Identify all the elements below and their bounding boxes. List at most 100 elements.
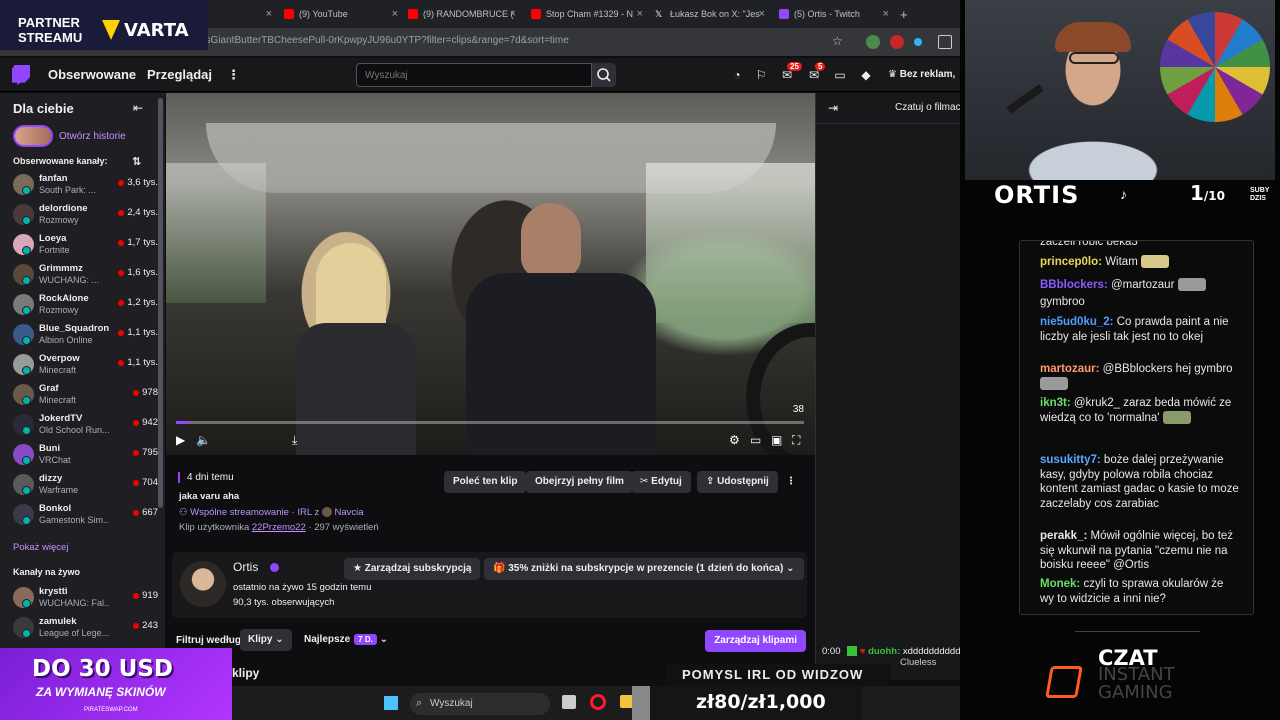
sidebar-channel-item[interactable]: zamulek League of Lege... 243: [13, 614, 158, 642]
tab-label: (5) Ortis - Twitch: [794, 9, 860, 19]
drops-icon[interactable]: ⚐: [754, 68, 768, 82]
sort-select[interactable]: Najlepsze 7 D. ⌄: [296, 629, 396, 651]
tab-close-icon[interactable]: ×: [262, 4, 272, 24]
live-dot-icon: [133, 449, 140, 456]
sidebar-scrollbar[interactable]: [158, 98, 163, 508]
clip-type-select[interactable]: Klipy ⌄: [240, 629, 292, 651]
sidebar-channel-item[interactable]: delordione Rozmowy 2,4 tys.: [13, 201, 158, 229]
extension-icon[interactable]: [914, 38, 922, 46]
video-progress-bar[interactable]: [176, 421, 804, 424]
live-dot-icon: [133, 509, 140, 516]
share-button[interactable]: ⇪ Udostępnij: [697, 471, 778, 493]
partner-link[interactable]: Navcia: [334, 507, 363, 518]
sidebar-channel-item[interactable]: JokerdTV Old School Run... 942: [13, 411, 158, 439]
bookmark-star-icon[interactable]: ☆: [832, 34, 846, 48]
ad-free-button[interactable]: ♛ Bez reklam,: [888, 69, 955, 80]
viewer-count-value: 1,2 tys.: [127, 297, 158, 308]
browser-tab-youtube-2[interactable]: (9) RANDOMBRUCE ( ×: [408, 4, 516, 24]
extensions-puzzle-icon[interactable]: [938, 35, 952, 49]
bits-icon[interactable]: ◆: [859, 68, 873, 82]
viewer-count-value: 942: [142, 417, 158, 428]
recommend-clip-button[interactable]: Poleć ten klip: [444, 471, 527, 493]
sidebar-channel-item[interactable]: Grimmmz WUCHANG: ... 1,6 tys.: [13, 261, 158, 289]
sidebar-channel-item[interactable]: krystti WUCHANG: Fal... 919: [13, 584, 158, 612]
theatre-mode-icon[interactable]: ▭: [750, 433, 761, 447]
opera-browser-icon[interactable]: [590, 694, 606, 710]
watch-full-button[interactable]: Obejrzyj pełny film: [526, 471, 633, 493]
viewer-count: 919: [133, 590, 158, 601]
close-icon[interactable]: ×: [759, 8, 765, 20]
collapse-sidebar-icon[interactable]: ⇤: [133, 101, 143, 115]
sidebar-channel-item[interactable]: Loeya Fortnite 1,7 tys.: [13, 231, 158, 259]
sidebar-channel-item[interactable]: Blue_Squadron Albion Online 1,1 tys.: [13, 321, 158, 349]
search-input[interactable]: [356, 63, 592, 87]
task-view-icon[interactable]: [562, 695, 576, 709]
channel-game: League of Lege...: [39, 628, 109, 638]
search-button[interactable]: [592, 63, 616, 87]
sidebar-channel-item[interactable]: Bonkol Gamestonk Sim... 667: [13, 501, 158, 529]
car-window-left: [166, 163, 266, 303]
manage-clips-button[interactable]: Zarządzaj klipami: [705, 630, 806, 652]
browser-tab-youtube-1[interactable]: (9) YouTube ×: [284, 4, 398, 24]
new-tab-plus-icon[interactable]: +: [900, 4, 908, 24]
volume-icon[interactable]: 🔈: [196, 433, 211, 447]
fullscreen-icon[interactable]: ⛶: [792, 433, 800, 448]
clipper-link[interactable]: 22Przemo22: [252, 522, 306, 533]
sidebar-channel-item[interactable]: Overpow Minecraft 1,1 tys.: [13, 351, 158, 379]
channel-name[interactable]: Ortis: [233, 560, 258, 574]
chat-username[interactable]: duohh:: [868, 646, 900, 657]
live-indicator-icon: [22, 599, 31, 608]
close-icon[interactable]: ×: [637, 8, 643, 20]
edit-button[interactable]: ✂ Edytuj: [631, 471, 691, 493]
sub-label-line-2: DZIS: [1250, 195, 1266, 202]
browser-tab-twitch[interactable]: (5) Ortis - Twitch ×: [779, 4, 889, 24]
live-dot-icon: [118, 359, 125, 366]
channel-name: Graf: [39, 383, 59, 394]
sidebar-channel-item[interactable]: Graf Minecraft 978: [13, 381, 158, 409]
activity-icon[interactable]: ◔: [730, 68, 744, 82]
browser-tab-youtube-3[interactable]: Stop Cham #1329 - N ×: [531, 4, 643, 24]
sidebar-channel-item[interactable]: RockAlone Rozmowy 1,2 tys.: [13, 291, 158, 319]
browser-tab-x[interactable]: 𝕏 Łukasz Bok on X: "Jes ×: [655, 4, 765, 24]
shared-stream-link[interactable]: Wspólne streamowanie: [190, 507, 289, 518]
nav-following[interactable]: Obserwowane: [48, 67, 136, 82]
close-icon[interactable]: ×: [392, 8, 398, 20]
channel-avatar[interactable]: [180, 561, 226, 607]
category-link[interactable]: IRL: [297, 507, 311, 518]
chat-text: gymbroo: [1040, 296, 1085, 308]
taskbar-search[interactable]: Wyszukaj: [410, 693, 550, 715]
varta-brand: VARTA: [124, 20, 189, 41]
overlay-chat-message: Monek: czyli to sprawa okularów że wy to…: [1040, 577, 1240, 606]
more-options-icon[interactable]: ⋮: [782, 471, 800, 493]
close-icon[interactable]: ×: [883, 8, 889, 20]
extension-icon[interactable]: [890, 35, 904, 49]
windows-start-icon[interactable]: [384, 696, 398, 710]
clip-video-player[interactable]: 38 ▶ 🔈 ⤓ ⚙ ▭ ▣ ⛶: [166, 93, 815, 455]
open-stories-button[interactable]: Otwórz historie: [13, 125, 126, 147]
sort-icon[interactable]: ⇅: [132, 155, 141, 168]
close-icon[interactable]: ×: [510, 8, 516, 20]
play-icon[interactable]: ▶: [176, 433, 185, 447]
sponsor-banner: PARTNER STREAMU VARTA: [0, 0, 208, 50]
tab-label: (9) RANDOMBRUCE (: [423, 9, 514, 19]
sidebar-channel-item[interactable]: Buni VRChat 795: [13, 441, 158, 469]
twitch-logo-icon[interactable]: [12, 65, 30, 85]
sidebar-channel-item[interactable]: fanfan South Park: ... 3,6 tys.: [13, 171, 158, 199]
manage-subscription-button[interactable]: ★ Zarządzaj subskrypcją: [344, 558, 481, 580]
collapse-chat-icon[interactable]: ⇥: [828, 101, 838, 115]
clip-filter-row: Filtruj według Klipy ⌄ Najlepsze 7 D. ⌄ Z…: [176, 629, 806, 653]
more-options-icon[interactable]: ⋮: [227, 67, 240, 83]
download-icon[interactable]: ⤓: [292, 433, 297, 448]
url-text[interactable]: tlessGiantButterTBCheesePull-0rKpwpyJU96…: [190, 35, 569, 46]
settings-gear-icon[interactable]: ⚙: [729, 433, 740, 447]
chat-bubble-icon[interactable]: ▭: [833, 68, 847, 82]
czat-divider: [1075, 631, 1200, 632]
show-more-link[interactable]: Pokaż więcej: [13, 542, 68, 553]
gift-discount-button[interactable]: 🎁 35% zniżki na subskrypcje w prezencie …: [484, 558, 804, 580]
notification-badge: 25: [787, 62, 802, 71]
nav-browse[interactable]: Przeglądaj: [147, 67, 212, 82]
extension-icon[interactable]: [866, 35, 880, 49]
miniplayer-icon[interactable]: ▣: [771, 433, 782, 447]
sidebar-channel-item[interactable]: dizzy Warframe 704: [13, 471, 158, 499]
filter-by-label: Filtruj według: [176, 635, 241, 646]
